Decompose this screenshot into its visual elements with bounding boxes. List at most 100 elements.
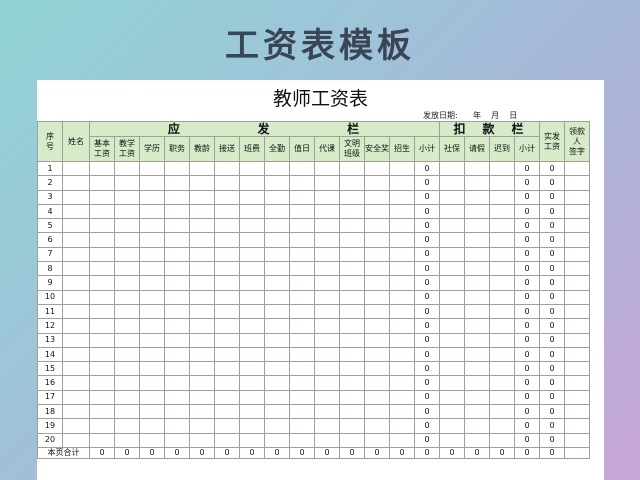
row-due-cell[interactable] <box>389 189 415 205</box>
row-deduct-cell[interactable] <box>439 218 465 234</box>
row-name-cell[interactable] <box>62 218 90 234</box>
row-deduct-cell[interactable] <box>489 404 515 420</box>
row-signature-cell[interactable] <box>564 389 590 406</box>
row-deduct-cell[interactable] <box>464 432 490 448</box>
row-name-cell[interactable] <box>62 332 90 348</box>
row-due-cell[interactable] <box>114 232 140 248</box>
row-due-cell[interactable] <box>314 218 340 234</box>
row-due-cell[interactable] <box>289 261 315 277</box>
row-due-cell[interactable] <box>164 246 190 263</box>
row-due-cell[interactable] <box>339 203 365 220</box>
row-name-cell[interactable] <box>62 361 90 377</box>
row-deduct-cell[interactable] <box>489 289 515 305</box>
row-deduct-cell[interactable] <box>489 246 515 263</box>
row-due-cell[interactable] <box>214 432 240 448</box>
row-due-cell[interactable] <box>189 289 215 305</box>
row-due-cell[interactable] <box>364 404 390 420</box>
row-due-cell[interactable] <box>264 389 290 406</box>
row-due-cell[interactable] <box>314 275 340 291</box>
row-name-cell[interactable] <box>62 303 90 320</box>
row-due-cell[interactable] <box>139 275 165 291</box>
row-due-cell[interactable] <box>264 361 290 377</box>
row-due-cell[interactable] <box>114 160 140 177</box>
row-due-cell[interactable] <box>214 218 240 234</box>
row-due-cell[interactable] <box>189 332 215 348</box>
row-due-cell[interactable] <box>89 289 115 305</box>
row-deduct-cell[interactable] <box>489 175 515 191</box>
row-due-cell[interactable] <box>389 303 415 320</box>
row-deduct-cell[interactable] <box>489 432 515 448</box>
row-due-cell[interactable] <box>314 189 340 205</box>
row-deduct-cell[interactable] <box>439 160 465 177</box>
row-due-cell[interactable] <box>164 232 190 248</box>
row-due-cell[interactable] <box>189 318 215 334</box>
row-deduct-cell[interactable] <box>464 232 490 248</box>
row-due-cell[interactable] <box>239 160 265 177</box>
row-due-cell[interactable] <box>164 189 190 205</box>
row-signature-cell[interactable] <box>564 375 590 391</box>
row-due-cell[interactable] <box>289 389 315 406</box>
row-due-cell[interactable] <box>189 432 215 448</box>
row-due-cell[interactable] <box>114 289 140 305</box>
row-due-cell[interactable] <box>364 261 390 277</box>
row-due-cell[interactable] <box>114 375 140 391</box>
row-due-cell[interactable] <box>139 346 165 363</box>
row-due-cell[interactable] <box>164 361 190 377</box>
row-due-cell[interactable] <box>264 375 290 391</box>
row-due-cell[interactable] <box>139 261 165 277</box>
row-signature-cell[interactable] <box>564 418 590 434</box>
row-due-cell[interactable] <box>289 318 315 334</box>
row-due-cell[interactable] <box>189 203 215 220</box>
row-due-cell[interactable] <box>164 289 190 305</box>
row-deduct-cell[interactable] <box>464 404 490 420</box>
row-deduct-cell[interactable] <box>464 303 490 320</box>
row-due-cell[interactable] <box>214 203 240 220</box>
row-deduct-cell[interactable] <box>489 275 515 291</box>
row-due-cell[interactable] <box>89 218 115 234</box>
row-due-cell[interactable] <box>164 389 190 406</box>
row-due-cell[interactable] <box>239 218 265 234</box>
row-due-cell[interactable] <box>339 332 365 348</box>
row-due-cell[interactable] <box>264 404 290 420</box>
row-due-cell[interactable] <box>264 261 290 277</box>
row-due-cell[interactable] <box>364 175 390 191</box>
row-due-cell[interactable] <box>389 203 415 220</box>
row-due-cell[interactable] <box>214 289 240 305</box>
row-deduct-cell[interactable] <box>489 346 515 363</box>
row-due-cell[interactable] <box>114 432 140 448</box>
row-due-cell[interactable] <box>114 418 140 434</box>
row-due-cell[interactable] <box>164 203 190 220</box>
row-due-cell[interactable] <box>389 361 415 377</box>
row-due-cell[interactable] <box>89 432 115 448</box>
row-due-cell[interactable] <box>214 232 240 248</box>
row-name-cell[interactable] <box>62 189 90 205</box>
row-signature-cell[interactable] <box>564 275 590 291</box>
row-due-cell[interactable] <box>339 261 365 277</box>
row-deduct-cell[interactable] <box>489 318 515 334</box>
row-due-cell[interactable] <box>139 189 165 205</box>
row-due-cell[interactable] <box>114 332 140 348</box>
row-due-cell[interactable] <box>264 346 290 363</box>
row-name-cell[interactable] <box>62 203 90 220</box>
row-due-cell[interactable] <box>289 189 315 205</box>
row-due-cell[interactable] <box>339 160 365 177</box>
row-due-cell[interactable] <box>239 361 265 377</box>
row-due-cell[interactable] <box>314 418 340 434</box>
row-due-cell[interactable] <box>314 332 340 348</box>
row-deduct-cell[interactable] <box>464 203 490 220</box>
row-deduct-cell[interactable] <box>464 175 490 191</box>
row-deduct-cell[interactable] <box>464 261 490 277</box>
row-due-cell[interactable] <box>239 175 265 191</box>
row-due-cell[interactable] <box>164 318 190 334</box>
row-signature-cell[interactable] <box>564 318 590 334</box>
row-due-cell[interactable] <box>189 261 215 277</box>
row-deduct-cell[interactable] <box>464 318 490 334</box>
row-due-cell[interactable] <box>214 404 240 420</box>
row-deduct-cell[interactable] <box>464 332 490 348</box>
row-due-cell[interactable] <box>289 203 315 220</box>
row-deduct-cell[interactable] <box>489 218 515 234</box>
row-name-cell[interactable] <box>62 275 90 291</box>
row-deduct-cell[interactable] <box>464 361 490 377</box>
row-due-cell[interactable] <box>139 404 165 420</box>
row-due-cell[interactable] <box>339 232 365 248</box>
